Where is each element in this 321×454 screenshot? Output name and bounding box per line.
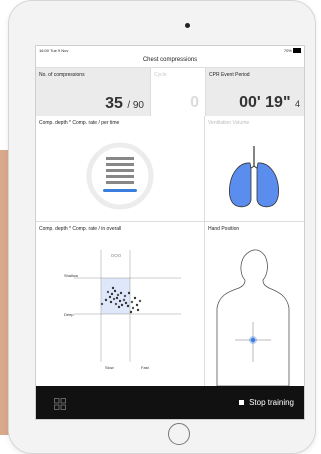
scatter-point [109, 300, 113, 304]
scatter-point [131, 306, 135, 310]
scatter-point [100, 302, 104, 306]
gauge-bar-2 [106, 163, 134, 166]
scatter-point [117, 305, 121, 309]
home-button[interactable] [168, 423, 190, 445]
scatter-point [114, 302, 118, 306]
top-marker: OOO [111, 253, 122, 258]
scatter-point [135, 303, 139, 307]
depth-per-time-panel: Comp. depth * Comp. rate / per time [36, 116, 205, 222]
scatter-point [122, 298, 126, 302]
grid-icon[interactable] [54, 398, 66, 410]
scatter-point [133, 296, 137, 300]
status-bar: 16:00 Tue 9 Nov 70% [36, 46, 304, 55]
scatter-point [124, 301, 128, 305]
cycle-card: Cycle 0 [151, 68, 206, 116]
stop-training-label: Stop training [249, 398, 294, 407]
bottom-bar: Stop training [36, 386, 304, 419]
scatter-point [113, 289, 117, 293]
event-period-label: CPR Event Period [209, 72, 250, 78]
event-period-time: 00' 19" [239, 94, 291, 111]
torso-outline [216, 249, 290, 386]
scatter-point [138, 299, 142, 303]
compressions-card: No. of compressions 35 / 90 [36, 68, 151, 116]
battery-percent: 70% [283, 48, 292, 53]
gauge-target-bar [103, 189, 137, 192]
deep-label: Deep [64, 312, 74, 317]
lungs-graphic [229, 146, 279, 208]
gauge-bar-3 [106, 169, 134, 172]
depth-overall-panel: Comp. depth * Comp. rate / in overall OO… [36, 222, 205, 387]
hand-position-dot [250, 337, 256, 343]
scatter-point [120, 303, 124, 307]
page-title: Chest compressions [142, 57, 198, 63]
scatter-point [108, 295, 112, 299]
hand-position-panel: Hand Position [205, 222, 304, 387]
tablet-device: 16:00 Tue 9 Nov 70% Chest compressions N… [8, 0, 316, 454]
scatter-point [110, 292, 114, 296]
camera-dot [185, 23, 190, 28]
scatter-point [126, 304, 130, 308]
status-time: 16:00 Tue 9 Nov [39, 48, 69, 53]
scatter-point [129, 310, 133, 314]
scatter-point [116, 293, 120, 297]
status-battery: 70% [283, 48, 301, 54]
compressions-value: 35 / 90 [105, 95, 144, 113]
event-period-value: 00' 19" 4 [239, 94, 300, 112]
depth-scatter-chart: OOO Shallow Deep Slow Fast [64, 250, 181, 370]
scatter-point [104, 298, 108, 302]
compressions-count: 35 [105, 95, 123, 112]
scatter-point [118, 299, 122, 303]
stop-training-button[interactable]: Stop training [239, 397, 294, 409]
app-screen: 16:00 Tue 9 Nov 70% Chest compressions N… [35, 45, 305, 420]
scatter-point [111, 286, 115, 290]
compressions-label: No. of compressions [39, 72, 85, 78]
scatter-point [130, 300, 134, 304]
shallow-label: Shallow [64, 273, 78, 278]
ventilation-panel: Ventilation Volume [205, 116, 304, 222]
fast-label: Fast [141, 365, 150, 370]
left-lung [229, 162, 252, 208]
slow-label: Slow [105, 365, 114, 370]
battery-icon [293, 48, 301, 54]
event-period-sub: 4 [294, 99, 300, 109]
scatter-point [106, 290, 110, 294]
stop-icon [239, 400, 245, 406]
gauge-bar-5 [106, 181, 134, 184]
gauge-bar-4 [106, 175, 134, 178]
scatter-point [127, 291, 131, 295]
cycle-label: Cycle [154, 72, 167, 78]
depth-gauge-graphic [86, 142, 154, 210]
scatter-point [112, 297, 116, 301]
torso-graphic [216, 249, 290, 386]
event-period-card: CPR Event Period 00' 19" 4 [206, 68, 304, 116]
stats-row: No. of compressions 35 / 90 Cycle 0 CPR … [36, 67, 304, 117]
scatter-point [136, 308, 140, 312]
compressions-total: / 90 [127, 100, 144, 111]
scatter-point [123, 294, 127, 298]
gauge-bar-1 [106, 157, 134, 160]
right-lung [256, 162, 279, 208]
scatter-point [115, 296, 119, 300]
cycle-value: 0 [190, 94, 199, 111]
scatter-point [119, 291, 123, 295]
